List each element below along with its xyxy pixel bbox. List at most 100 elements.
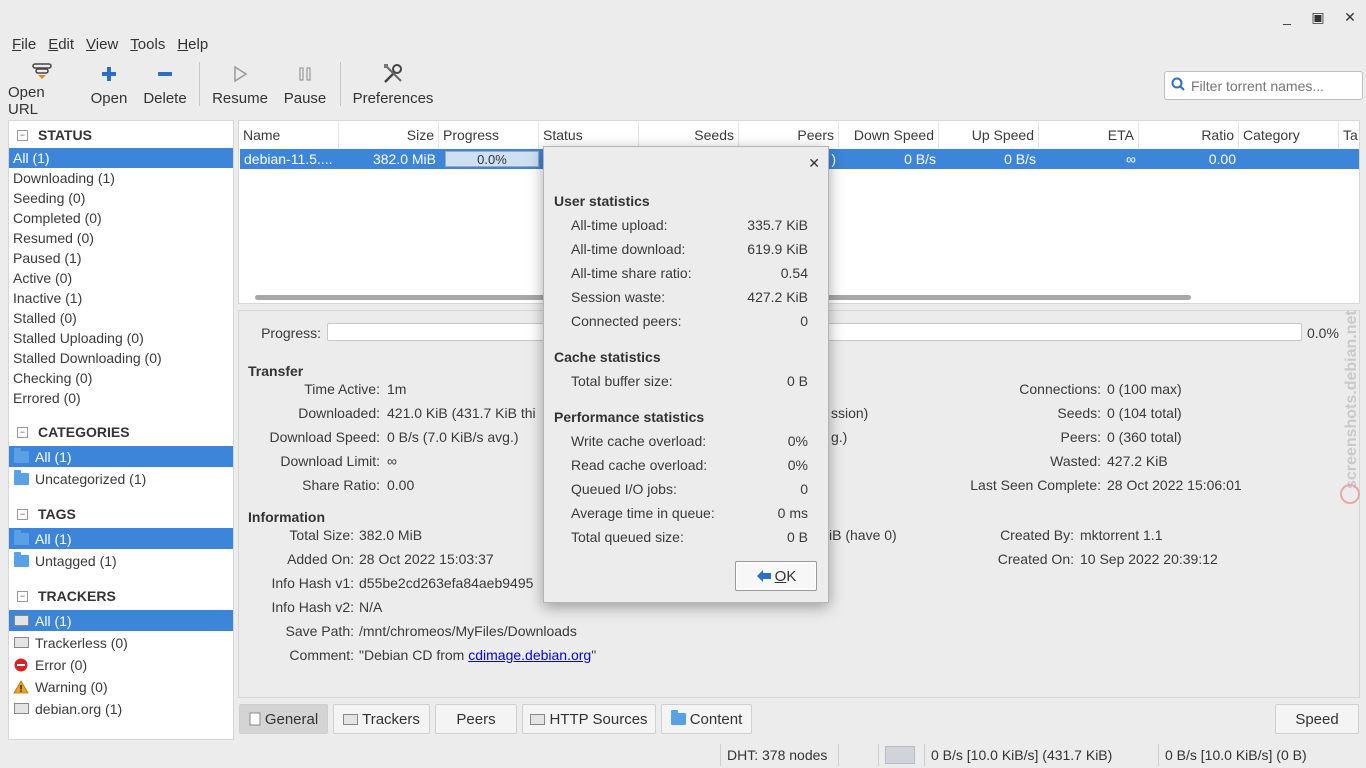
comment-link[interactable]: cdimage.debian.org bbox=[468, 647, 591, 663]
warning-icon bbox=[13, 679, 29, 694]
maximize-button[interactable]: ▣ bbox=[1307, 6, 1329, 28]
column-tags[interactable]: Ta bbox=[1339, 122, 1359, 148]
tags-section-header[interactable]: − TAGS bbox=[17, 503, 76, 525]
tab-content[interactable]: Content bbox=[661, 704, 752, 734]
watermark: screenshots.debian.net bbox=[1338, 270, 1362, 510]
filter-input[interactable] bbox=[1191, 77, 1356, 94]
hash-v1-value: d55be2cd263efa84aeb9495 bbox=[359, 575, 534, 591]
status-item-seeding[interactable]: Seeding (0) bbox=[9, 188, 233, 208]
open-url-button[interactable]: Open URL bbox=[8, 62, 76, 118]
close-button[interactable]: ✕ bbox=[1339, 6, 1361, 28]
tracker-item-warning[interactable]: Warning (0) bbox=[9, 676, 233, 697]
status-item-all[interactable]: All (1) bbox=[9, 148, 233, 168]
user-statistics-title: User statistics bbox=[554, 193, 650, 209]
folder-icon bbox=[13, 469, 29, 486]
tracker-item-trackerless[interactable]: Trackerless (0) bbox=[9, 632, 233, 653]
share-ratio-label: Share Ratio: bbox=[302, 477, 380, 493]
status-item-paused[interactable]: Paused (1) bbox=[9, 248, 233, 268]
status-item-stalled[interactable]: Stalled (0) bbox=[9, 308, 233, 328]
network-icon bbox=[13, 614, 29, 628]
menu-edit[interactable]: Edit bbox=[42, 36, 80, 53]
trackers-section-header[interactable]: − TRACKERS bbox=[17, 585, 116, 607]
last-seen-value: 28 Oct 2022 15:06:01 bbox=[1107, 477, 1242, 493]
speed-button[interactable]: Speed bbox=[1275, 704, 1359, 734]
status-section-header[interactable]: − STATUS bbox=[17, 124, 92, 146]
status-item-stalled-uploading[interactable]: Stalled Uploading (0) bbox=[9, 328, 233, 348]
download-speed-status[interactable]: 0 B/s [10.0 KiB/s] (431.7 KiB) bbox=[924, 744, 1158, 766]
cell-ratio: 0.00 bbox=[1208, 151, 1236, 167]
status-item-inactive[interactable]: Inactive (1) bbox=[9, 288, 233, 308]
tracker-item-all[interactable]: All (1) bbox=[9, 610, 233, 631]
tag-item-untagged[interactable]: Untagged (1) bbox=[9, 550, 233, 571]
added-on-value: 28 Oct 2022 15:03:37 bbox=[359, 551, 494, 567]
collapse-icon[interactable]: − bbox=[17, 129, 28, 141]
tracker-item-error[interactable]: Error (0) bbox=[9, 654, 233, 675]
folder-icon bbox=[13, 447, 29, 464]
status-item-stalled-downloading[interactable]: Stalled Downloading (0) bbox=[9, 348, 233, 368]
network-icon bbox=[530, 713, 546, 725]
alt-speed-toggle[interactable] bbox=[878, 744, 924, 766]
menu-view[interactable]: View bbox=[80, 36, 124, 53]
column-peers[interactable]: Peers bbox=[739, 122, 839, 148]
menu-file[interactable]: File bbox=[6, 36, 42, 53]
collapse-icon[interactable]: − bbox=[17, 426, 28, 438]
upload-speed-status[interactable]: 0 B/s [10.0 KiB/s] (0 B) bbox=[1158, 744, 1358, 766]
search-icon bbox=[1171, 77, 1185, 94]
menu-tools[interactable]: Tools bbox=[124, 36, 171, 53]
tab-trackers[interactable]: Trackers bbox=[333, 704, 430, 734]
column-progress[interactable]: Progress bbox=[439, 122, 539, 148]
added-on-label: Added On: bbox=[287, 551, 354, 567]
column-eta[interactable]: ETA bbox=[1039, 122, 1139, 148]
collapse-icon[interactable]: − bbox=[17, 590, 28, 602]
ok-button[interactable]: OK bbox=[735, 561, 817, 591]
status-item-resumed[interactable]: Resumed (0) bbox=[9, 228, 233, 248]
column-ratio[interactable]: Ratio bbox=[1139, 122, 1239, 148]
speed-button-label: Speed bbox=[1295, 710, 1339, 728]
progress-label: Progress: bbox=[261, 325, 321, 341]
collapse-icon[interactable]: − bbox=[17, 508, 28, 520]
tab-general[interactable]: General bbox=[239, 704, 328, 734]
status-item-active[interactable]: Active (0) bbox=[9, 268, 233, 288]
categories-section-header[interactable]: − CATEGORIES bbox=[17, 421, 130, 443]
cache-statistics-title: Cache statistics bbox=[554, 349, 661, 365]
tag-label: Untagged (1) bbox=[35, 552, 117, 569]
category-item-uncategorized[interactable]: Uncategorized (1) bbox=[9, 468, 233, 489]
column-category[interactable]: Category bbox=[1239, 122, 1339, 148]
column-seeds[interactable]: Seeds bbox=[639, 122, 739, 148]
dialog-close-button[interactable]: ✕ bbox=[808, 155, 820, 172]
tab-trackers-label: Trackers bbox=[362, 710, 420, 728]
filter-box[interactable] bbox=[1164, 71, 1363, 100]
tag-item-all[interactable]: All (1) bbox=[9, 528, 233, 549]
column-up-speed[interactable]: Up Speed bbox=[939, 122, 1039, 148]
column-name[interactable]: Name bbox=[239, 122, 339, 148]
preferences-button[interactable]: Preferences bbox=[350, 62, 436, 110]
tab-peers[interactable]: Peers bbox=[435, 704, 517, 734]
sidebar: − STATUS All (1) Downloading (1) Seeding … bbox=[8, 120, 234, 740]
menu-help[interactable]: Help bbox=[171, 36, 214, 53]
pause-button[interactable]: Pause bbox=[280, 62, 330, 110]
cell-eta: ∞ bbox=[1126, 151, 1136, 167]
last-seen-label: Last Seen Complete: bbox=[970, 477, 1101, 493]
tab-http-sources[interactable]: HTTP Sources bbox=[522, 704, 656, 734]
resume-button[interactable]: Resume bbox=[210, 62, 270, 110]
delete-button[interactable]: Delete bbox=[140, 62, 190, 110]
cell-up-speed: 0 B/s bbox=[1004, 151, 1036, 167]
status-item-errored[interactable]: Errored (0) bbox=[9, 388, 233, 408]
tracker-label: debian.org (1) bbox=[35, 700, 123, 717]
column-status[interactable]: Status bbox=[539, 122, 639, 148]
tag-label: All (1) bbox=[35, 530, 72, 547]
status-item-downloading[interactable]: Downloading (1) bbox=[9, 168, 233, 188]
status-item-completed[interactable]: Completed (0) bbox=[9, 208, 233, 228]
minimize-button[interactable]: _ bbox=[1276, 6, 1298, 28]
category-item-all[interactable]: All (1) bbox=[9, 446, 233, 467]
queued-jobs-value: 0 bbox=[800, 481, 808, 497]
back-arrow-icon bbox=[756, 569, 772, 583]
status-item-checking[interactable]: Checking (0) bbox=[9, 368, 233, 388]
column-size[interactable]: Size bbox=[339, 122, 439, 148]
tracker-label: Trackerless (0) bbox=[35, 634, 128, 651]
uploaded-value-tail: ssion) bbox=[831, 405, 869, 421]
cell-progress-bar: 0.0% bbox=[445, 151, 539, 167]
open-button[interactable]: Open bbox=[86, 62, 132, 110]
tracker-item-debian[interactable]: debian.org (1) bbox=[9, 698, 233, 719]
column-down-speed[interactable]: Down Speed bbox=[839, 122, 939, 148]
